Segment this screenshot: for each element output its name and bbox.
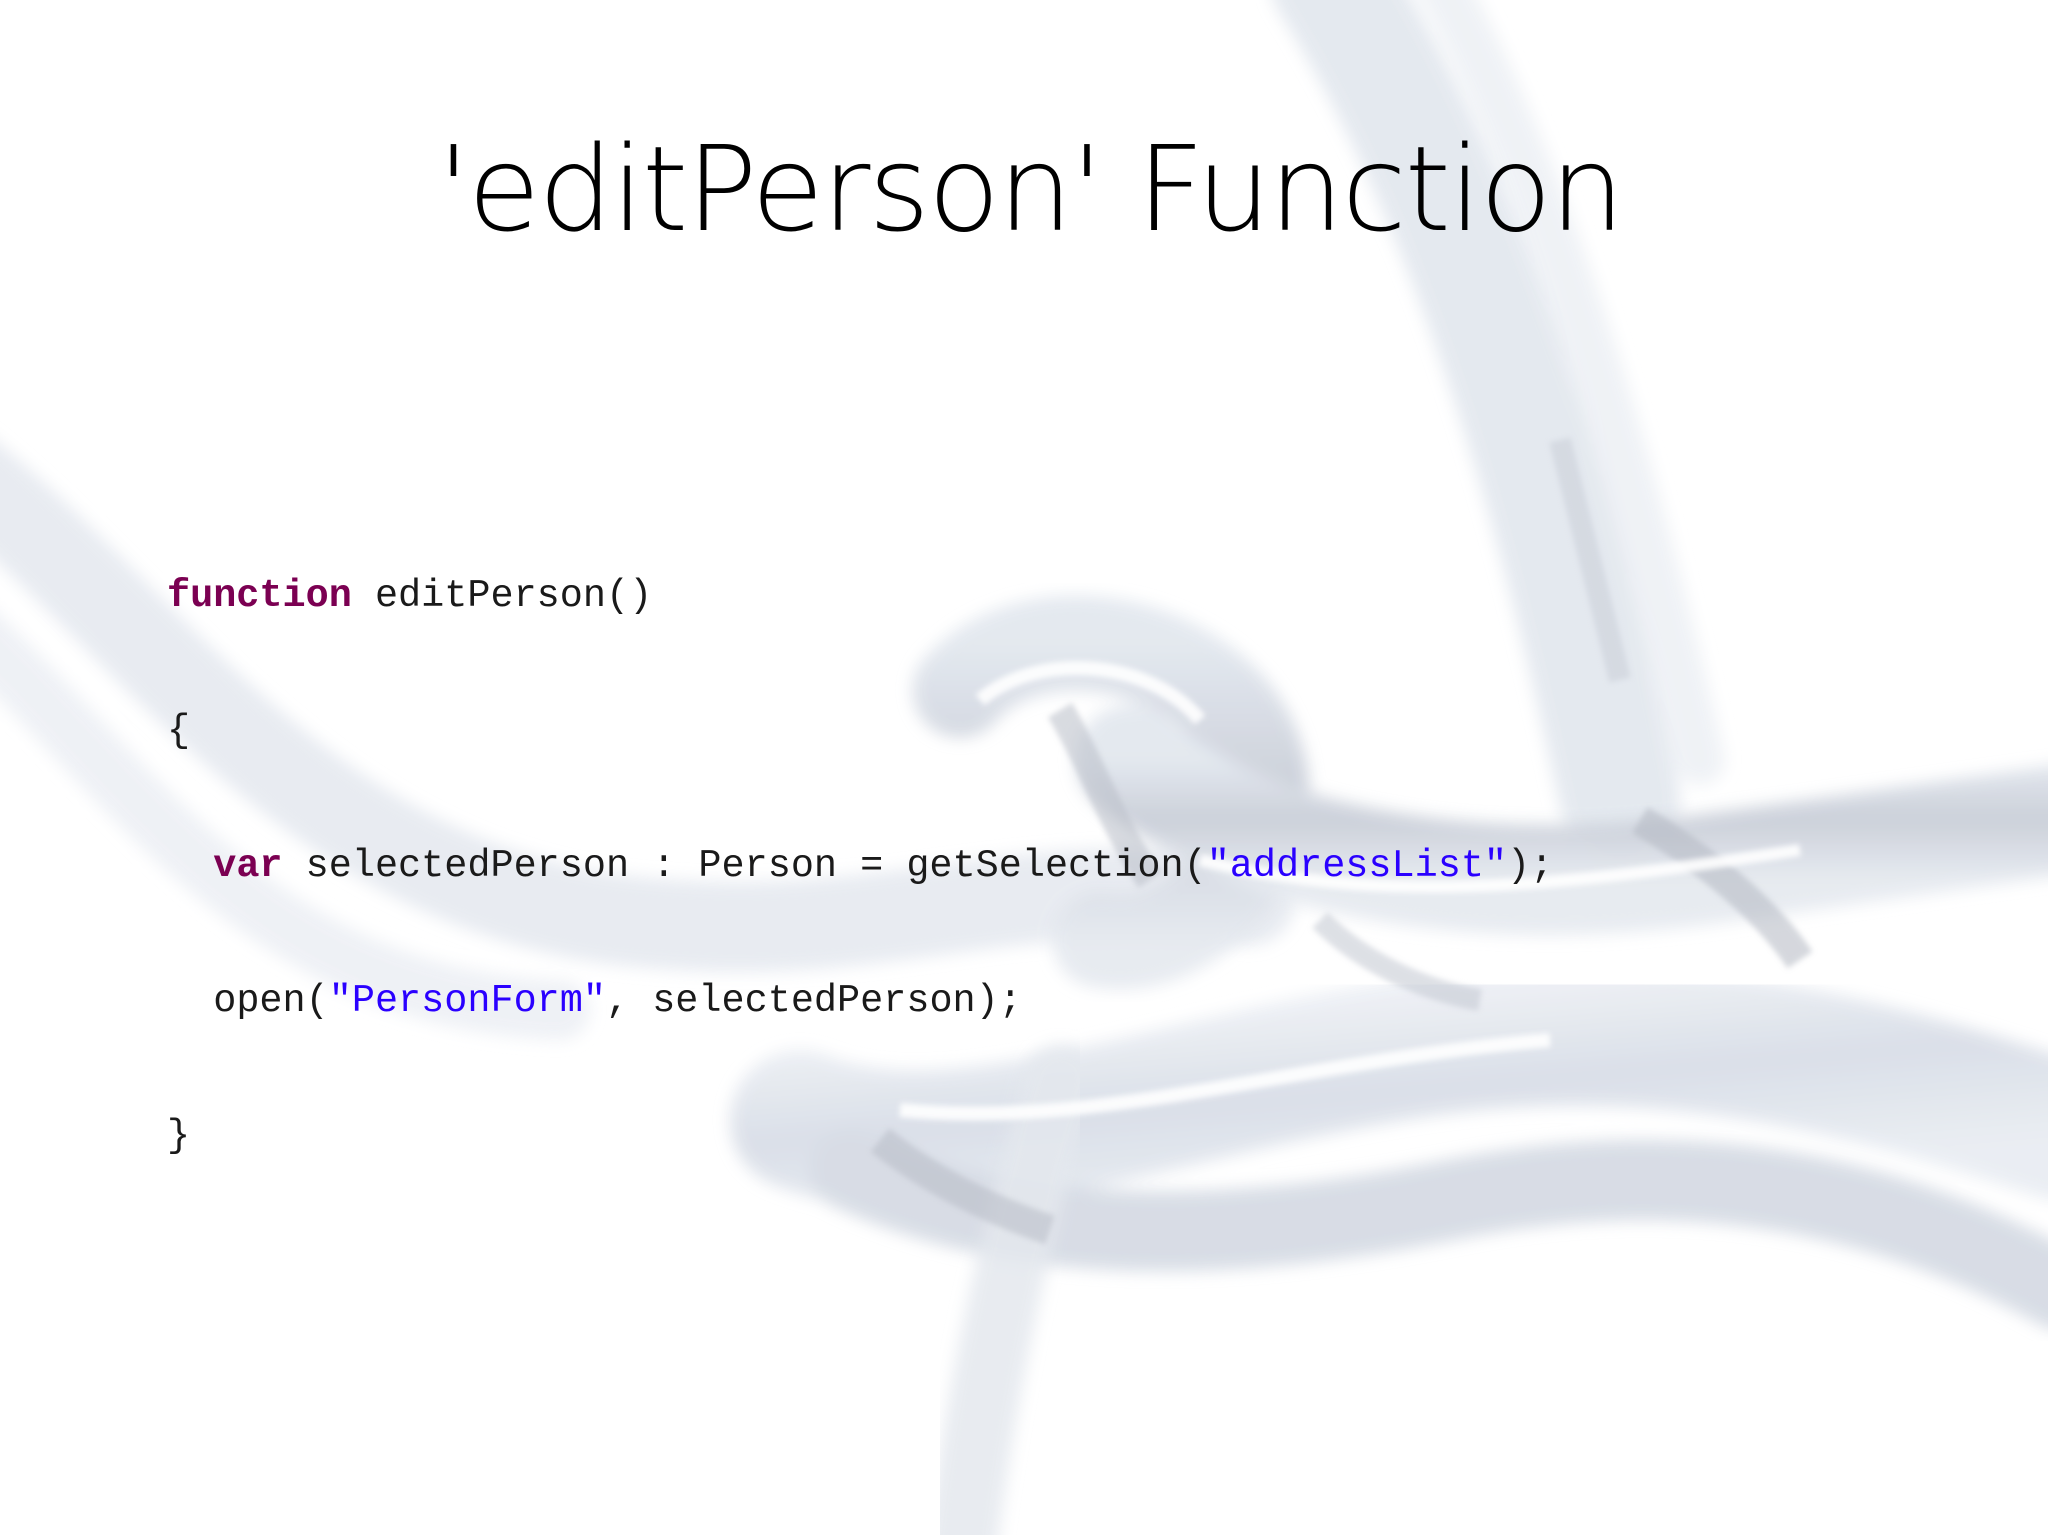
code-line-5: }: [167, 1114, 1553, 1159]
string-literal: "addressList": [1206, 844, 1508, 888]
keyword-var: var: [213, 844, 283, 888]
open-brace: {: [167, 709, 191, 753]
slide: 'editPerson' Function function editPerso…: [0, 0, 2048, 1535]
code-text: open(: [213, 979, 329, 1023]
code-text: );: [1507, 844, 1554, 888]
string-literal: "PersonForm": [328, 979, 606, 1023]
code-block: function editPerson() { var selectedPers…: [167, 484, 1553, 1249]
code-text: , selectedPerson);: [606, 979, 1022, 1023]
code-line-3: var selectedPerson : Person = getSelecti…: [167, 844, 1553, 889]
close-brace: }: [167, 1114, 191, 1158]
code-text: selectedPerson : Person = getSelection(: [282, 844, 1207, 888]
code-line-2: {: [167, 709, 1553, 754]
slide-title: 'editPerson' Function: [437, 120, 1624, 258]
code-line-4: open("PersonForm", selectedPerson);: [167, 979, 1553, 1024]
code-text: editPerson(): [351, 574, 653, 618]
code-line-1: function editPerson(): [167, 574, 1553, 619]
keyword-function: function: [167, 574, 352, 618]
